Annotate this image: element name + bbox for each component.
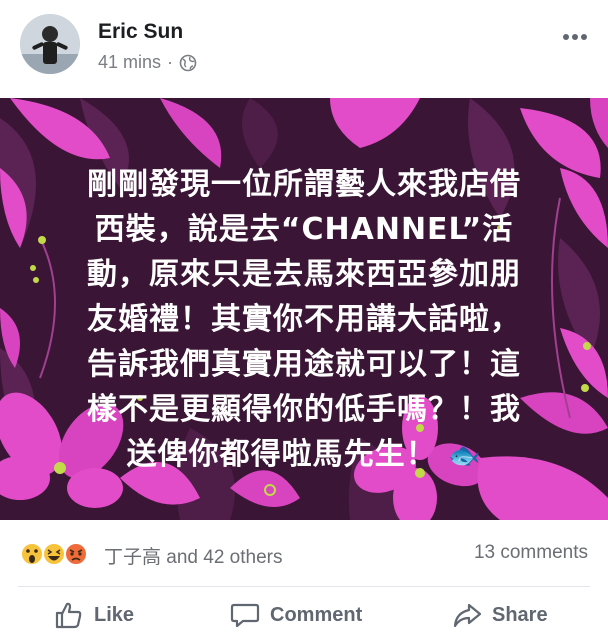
post-text-line: 告訴我們真實用途就可以了！這: [87, 347, 521, 382]
reaction-names[interactable]: 丁子高 and 42 others: [104, 542, 282, 569]
post-text-line: 動，原來只是去馬來西亞參加朋: [87, 257, 521, 292]
post-text-line-last: 送俾你都得啦馬先生！ 🐟: [0, 432, 608, 479]
comment-icon: [230, 603, 260, 628]
action-bar: Like Comment Share: [0, 594, 608, 638]
fish-emoji: 🐟: [448, 441, 482, 471]
thumbs-up-icon: [55, 602, 82, 629]
reactions-bar: 丁子高 and 42 others 13 comments: [0, 526, 608, 582]
more-options-icon[interactable]: [560, 30, 590, 44]
divider: [18, 586, 590, 587]
haha-icon: [42, 542, 66, 566]
like-label: Like: [94, 603, 135, 626]
post-text-line: 送俾你都得啦馬先生！: [126, 437, 437, 472]
post-time[interactable]: 41 mins: [98, 52, 161, 73]
post-text-line: 友婚禮！其實你不用講大話啦，: [87, 302, 521, 337]
post-header: Eric Sun 41 mins ·: [0, 0, 608, 98]
post-meta: 41 mins ·: [98, 52, 197, 73]
globe-icon: [179, 54, 197, 71]
post-text-line: 樣不是更顯得你的低手嗎？！我: [87, 392, 521, 427]
reaction-icons[interactable]: [20, 540, 90, 568]
share-button[interactable]: Share: [452, 600, 548, 630]
share-label: Share: [492, 603, 548, 626]
post-text: 剛剛發現一位所謂藝人來我店借 西裝，說是去“CHANNEL”活 動，原來只是去馬…: [0, 162, 608, 479]
post-text-line: 西裝，說是去“CHANNEL”活: [94, 212, 514, 247]
comments-count[interactable]: 13 comments: [474, 542, 588, 564]
wow-icon: [20, 542, 44, 566]
author-name[interactable]: Eric Sun: [98, 20, 183, 44]
comment-button[interactable]: Comment: [230, 600, 362, 630]
share-icon: [453, 603, 482, 628]
post-image[interactable]: 剛剛發現一位所謂藝人來我店借 西裝，說是去“CHANNEL”活 動，原來只是去馬…: [0, 98, 608, 520]
like-button[interactable]: Like: [54, 600, 134, 630]
comment-label: Comment: [270, 603, 363, 626]
post-text-line: 剛剛發現一位所謂藝人來我店借: [87, 167, 521, 202]
meta-separator: ·: [167, 52, 174, 72]
angry-icon: [64, 542, 88, 566]
author-avatar[interactable]: [20, 14, 80, 74]
